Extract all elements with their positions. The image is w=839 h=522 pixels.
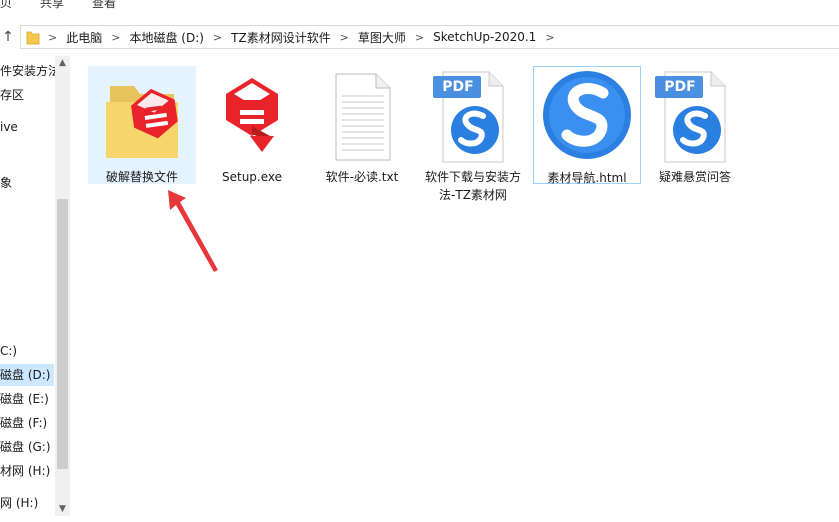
breadcrumb-sketchup-2020[interactable]: SketchUp-2020.1 xyxy=(429,30,540,44)
file-item[interactable]: PDF 软件下载与安装方法-TZ素材网 xyxy=(419,66,527,204)
sketchup-folder-icon xyxy=(92,66,192,166)
up-arrow-icon[interactable]: ↑ xyxy=(0,28,16,46)
file-name: 软件下载与安装方法-TZ素材网 xyxy=(424,170,521,202)
file-name: 软件-必读.txt xyxy=(325,170,399,184)
address-bar[interactable]: > 此电脑 > 本地磁盘 (D:) > TZ素材网设计软件 > 草图大师 > S… xyxy=(20,25,839,49)
nav-item-drive-f[interactable]: 磁盘 (F:) xyxy=(0,412,47,434)
scroll-thumb[interactable] xyxy=(57,199,68,469)
breadcrumb-separator[interactable]: > xyxy=(540,31,559,44)
nav-item-onedrive[interactable]: ive xyxy=(0,116,18,138)
ribbon-tab-share[interactable]: 共享 xyxy=(40,0,64,11)
pdf-badge: PDF xyxy=(664,79,696,95)
sogou-browser-icon xyxy=(537,67,637,167)
ribbon-tab-view[interactable]: 查看 xyxy=(92,0,116,11)
annotation-arrow-icon xyxy=(168,190,218,272)
nav-item-objects[interactable]: 象 xyxy=(0,172,12,194)
nav-item-install-method[interactable]: 件安装方法 xyxy=(0,60,60,82)
breadcrumb-sketchup-master[interactable]: 草图大师 xyxy=(354,29,410,46)
breadcrumb-separator[interactable]: > xyxy=(335,31,354,44)
nav-scrollbar[interactable]: ▲ ▼ xyxy=(55,56,70,516)
file-name: Setup.exe xyxy=(221,170,283,184)
breadcrumb-separator[interactable]: > xyxy=(208,31,227,44)
breadcrumb-this-pc[interactable]: 此电脑 xyxy=(62,29,106,46)
nav-item-storage[interactable]: 存区 xyxy=(0,84,24,106)
pdf-file-icon: PDF xyxy=(423,66,523,166)
file-item[interactable]: 破解替换文件 xyxy=(88,66,196,184)
file-list: 破解替换文件 Setup.exe 软件-必读.txt PDF 软件下载与安装方法… xyxy=(72,56,839,522)
breadcrumb-separator[interactable]: > xyxy=(43,31,62,44)
nav-item-network-h[interactable]: 网 (H:) xyxy=(0,492,38,514)
scroll-up-icon[interactable]: ▲ xyxy=(55,56,70,70)
breadcrumb-separator[interactable]: > xyxy=(410,31,429,44)
file-name: 素材导航.html xyxy=(547,171,627,185)
file-item[interactable]: PDF 疑难悬赏问答 xyxy=(641,66,749,186)
text-file-icon xyxy=(312,66,412,166)
folder-icon xyxy=(26,31,40,45)
nav-item-drive-g[interactable]: 磁盘 (G:) xyxy=(0,436,51,458)
pdf-file-icon: PDF xyxy=(645,66,745,166)
nav-item-drive-e[interactable]: 磁盘 (E:) xyxy=(0,388,49,410)
file-name: 破解替换文件 xyxy=(105,170,178,184)
nav-item-drive-d[interactable]: 磁盘 (D:) xyxy=(0,364,54,386)
sketchup-exe-icon xyxy=(202,66,302,166)
scroll-down-icon[interactable]: ▼ xyxy=(55,502,70,516)
ribbon-bar: 贝 共享 查看 xyxy=(0,0,839,22)
file-item[interactable]: 素材导航.html xyxy=(533,66,641,185)
breadcrumb: > 此电脑 > 本地磁盘 (D:) > TZ素材网设计软件 > 草图大师 > S… xyxy=(43,26,560,48)
breadcrumb-drive-d[interactable]: 本地磁盘 (D:) xyxy=(125,29,207,46)
breadcrumb-separator[interactable]: > xyxy=(106,31,125,44)
file-name: 疑难悬赏问答 xyxy=(658,170,731,184)
nav-item-drive-h[interactable]: 材网 (H:) xyxy=(0,460,50,482)
breadcrumb-tz-software[interactable]: TZ素材网设计软件 xyxy=(227,29,335,46)
pdf-badge: PDF xyxy=(442,79,474,95)
ribbon-tab-share-cut[interactable]: 贝 xyxy=(0,0,12,11)
file-item[interactable]: 软件-必读.txt xyxy=(308,66,416,186)
nav-item-drive-c[interactable]: C:) xyxy=(0,340,17,362)
file-item[interactable]: Setup.exe xyxy=(198,66,306,186)
address-row: ↑ > 此电脑 > 本地磁盘 (D:) > TZ素材网设计软件 > 草图大师 >… xyxy=(0,22,839,52)
